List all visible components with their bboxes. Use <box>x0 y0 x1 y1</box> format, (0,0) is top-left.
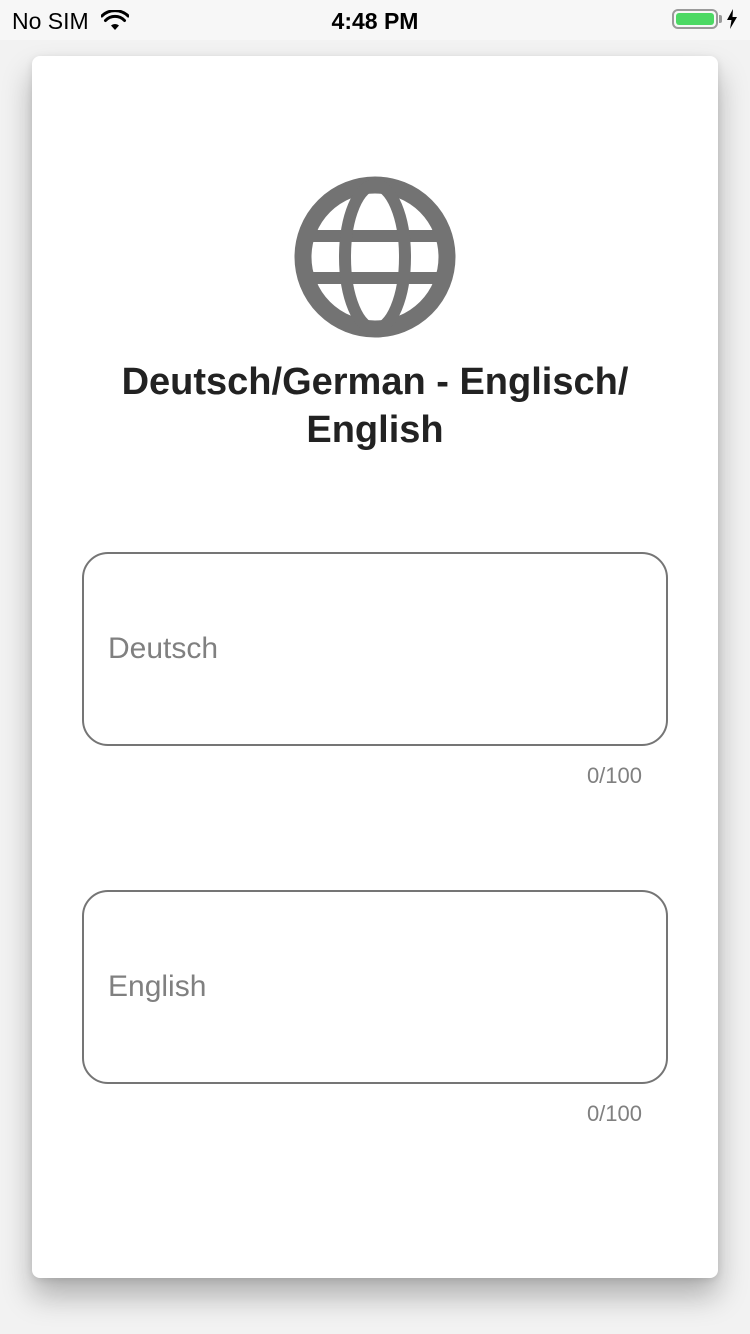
globe-icon <box>294 176 456 338</box>
battery-tip <box>719 15 722 23</box>
page-title: Deutsch/German - Englisch/ English <box>121 361 629 451</box>
german-input[interactable] <box>108 554 638 744</box>
status-time: 4:48 PM <box>331 8 419 34</box>
english-char-counter: 0/100 <box>586 1101 642 1126</box>
battery-icon <box>672 9 718 29</box>
battery-fill <box>676 13 714 25</box>
bolt-icon <box>727 9 737 29</box>
german-input-field[interactable] <box>82 552 668 746</box>
english-input[interactable] <box>108 892 638 1082</box>
german-char-counter: 0/100 <box>586 763 642 788</box>
battery-indicator <box>672 9 738 29</box>
status-bar: No SIM 4:48 PM <box>0 0 750 40</box>
english-input-field[interactable] <box>82 890 668 1084</box>
card: Deutsch/German - Englisch/ English 0/100… <box>32 56 718 1278</box>
